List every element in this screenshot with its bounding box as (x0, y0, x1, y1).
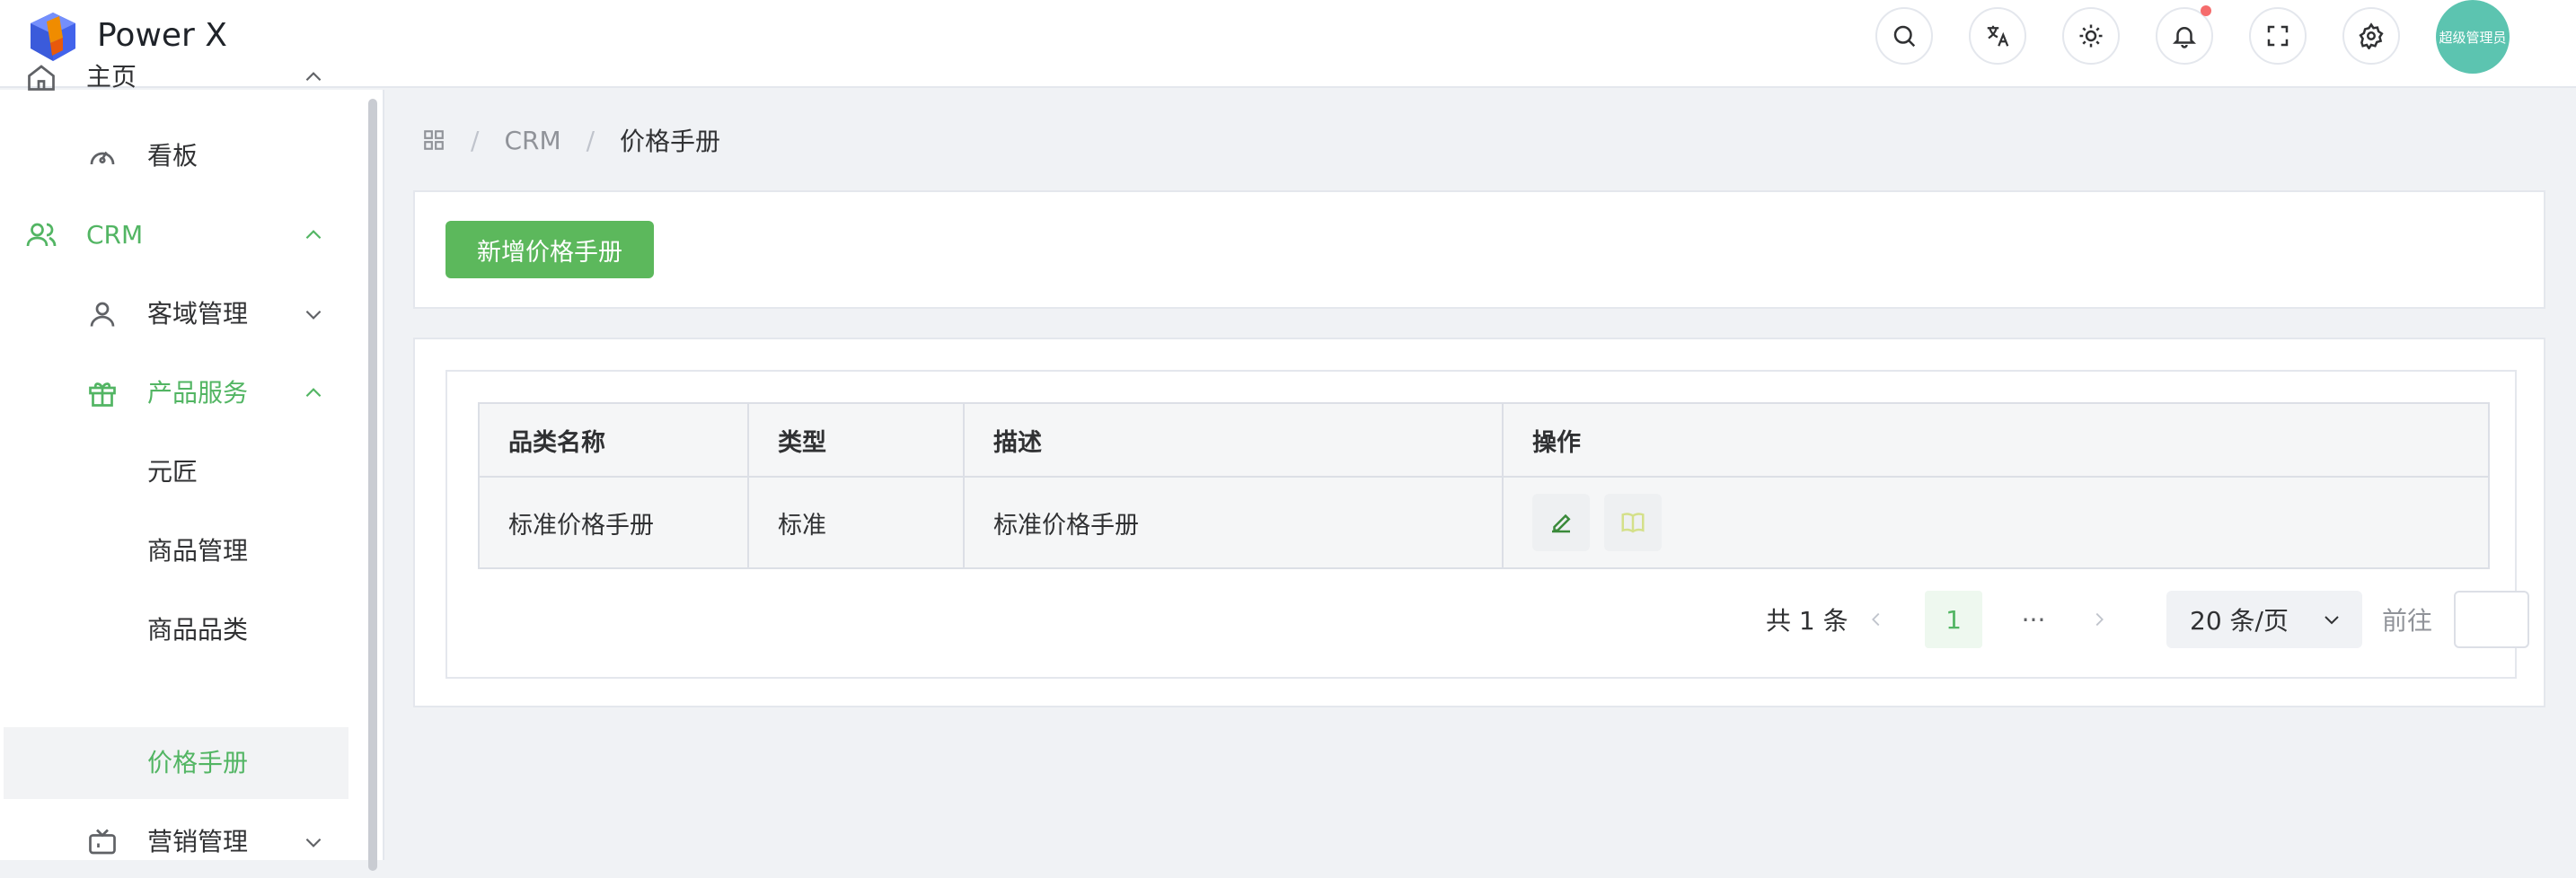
breadcrumb-item-current: 价格手册 (620, 127, 721, 156)
table-panel: 品类名称 类型 描述 操作 标准价格手册 标准 标准价格手册 共 1 条 1 ·… (446, 370, 2529, 679)
goto-label: 前往 (2382, 606, 2433, 636)
sidebar-item-marketing[interactable]: 营销管理 (0, 806, 350, 878)
breadcrumb-separator: / (586, 125, 595, 155)
sidebar-item-label: 产品服务 (147, 378, 249, 408)
page-number-current[interactable]: 1 (1925, 591, 1982, 648)
gear-icon (2359, 22, 2384, 49)
sidebar-item-label: 看板 (147, 141, 198, 171)
theme-icon (2079, 24, 2103, 48)
add-price-book-button[interactable]: 新增价格手册 (446, 221, 654, 278)
column-header-description: 描述 (965, 404, 1504, 476)
sidebar-item-label: 营销管理 (147, 827, 249, 856)
breadcrumb-item-crm[interactable]: CRM (504, 126, 560, 155)
sidebar-item-label: 商品品类 (147, 615, 249, 645)
chevron-up-icon (305, 388, 322, 398)
translate-icon (1987, 25, 2009, 47)
dashboard-icon (90, 151, 115, 165)
sidebar-item-products[interactable]: 产品服务 (0, 357, 350, 429)
tv-icon (89, 829, 116, 855)
settings-button[interactable] (2342, 7, 2400, 65)
column-header-actions: 操作 (1532, 428, 1581, 457)
cell-actions (1504, 478, 2488, 567)
pagination: 共 1 条 1 ··· 20 条/页 前往 (447, 591, 2529, 648)
chevron-up-icon (305, 72, 322, 82)
edit-icon (1552, 514, 1571, 533)
fullscreen-icon (2267, 25, 2289, 47)
sidebar-item-label: 商品管理 (147, 536, 249, 566)
table-card: 品类名称 类型 描述 操作 标准价格手册 标准 标准价格手册 共 1 条 1 ·… (413, 338, 2545, 707)
sidebar: 主页 看板 CRM 客域管理 产品服务 元匠 商品管理 商品品类 价格手册 营销… (0, 62, 384, 860)
price-book-table: 品类名称 类型 描述 操作 标准价格手册 标准 标准价格手册 (478, 402, 2490, 569)
chevron-left-icon (1872, 612, 1880, 627)
apps-icon[interactable] (422, 128, 446, 152)
top-header: Power X 超级管理员 (0, 0, 2576, 88)
sidebar-item-yuanjiang[interactable]: 元匠 (0, 436, 350, 508)
avatar[interactable]: 超级管理员 (2436, 0, 2510, 74)
cell-name: 标准价格手册 (480, 478, 749, 567)
chevron-up-icon (305, 230, 322, 240)
breadcrumb-separator: / (471, 125, 480, 155)
toolbar-card: 新增价格手册 (413, 190, 2545, 309)
user-icon (90, 302, 115, 327)
language-button[interactable] (1969, 7, 2026, 65)
next-page-button[interactable] (2089, 591, 2116, 648)
price-book-detail-button[interactable] (1604, 494, 1662, 551)
sidebar-item-dashboard[interactable]: 看板 (0, 120, 350, 192)
notification-dot (2201, 5, 2211, 16)
sidebar-item-label: 主页 (86, 62, 137, 92)
chevron-right-icon (2095, 612, 2104, 627)
page-size-select[interactable]: 20 条/页 (2166, 591, 2362, 648)
search-button[interactable] (1875, 7, 1933, 65)
notification-button[interactable] (2156, 5, 2213, 65)
chevron-down-icon (305, 838, 322, 847)
chevron-down-icon (2325, 616, 2339, 625)
users-icon (26, 223, 57, 247)
sidebar-item-product-management[interactable]: 商品管理 (0, 515, 350, 587)
pagination-total: 共 1 条 (1766, 606, 1848, 636)
breadcrumb: / CRM / 价格手册 (422, 122, 720, 158)
cell-description: 标准价格手册 (965, 478, 1504, 567)
prev-page-button[interactable] (1866, 591, 1893, 648)
page-size-value: 20 条/页 (2190, 606, 2289, 636)
sidebar-item-crm[interactable]: CRM (0, 199, 350, 271)
more-pages-button[interactable]: ··· (2016, 591, 2051, 648)
chevron-down-icon (305, 310, 322, 320)
table-row: 标准价格手册 标准 标准价格手册 (480, 478, 2488, 567)
table-header-row: 品类名称 类型 描述 操作 (480, 404, 2488, 478)
home-icon (28, 65, 55, 91)
sidebar-item-home[interactable]: 主页 (0, 41, 350, 113)
fullscreen-button[interactable] (2249, 7, 2307, 65)
sidebar-item-label: 客域管理 (147, 299, 249, 329)
column-header-type: 类型 (749, 404, 965, 476)
sidebar-scrollbar[interactable] (368, 99, 377, 871)
book-icon (1621, 513, 1645, 533)
sidebar-item-price-book[interactable]: 价格手册 (4, 727, 348, 799)
goto-page-input[interactable] (2454, 591, 2529, 648)
sidebar-item-label: 元匠 (147, 457, 198, 487)
sidebar-item-product-category[interactable]: 商品品类 (0, 594, 350, 666)
edit-button[interactable] (1532, 494, 1590, 551)
column-header-name: 品类名称 (480, 404, 749, 476)
sidebar-item-label: 价格手册 (147, 748, 249, 777)
sidebar-item-label: CRM (86, 220, 144, 250)
search-icon (1893, 25, 1916, 48)
sidebar-item-customer-domain[interactable]: 客域管理 (0, 278, 350, 350)
cell-type: 标准 (749, 478, 965, 567)
gift-icon (89, 382, 116, 407)
bell-icon (2172, 27, 2197, 48)
theme-button[interactable] (2062, 7, 2120, 65)
